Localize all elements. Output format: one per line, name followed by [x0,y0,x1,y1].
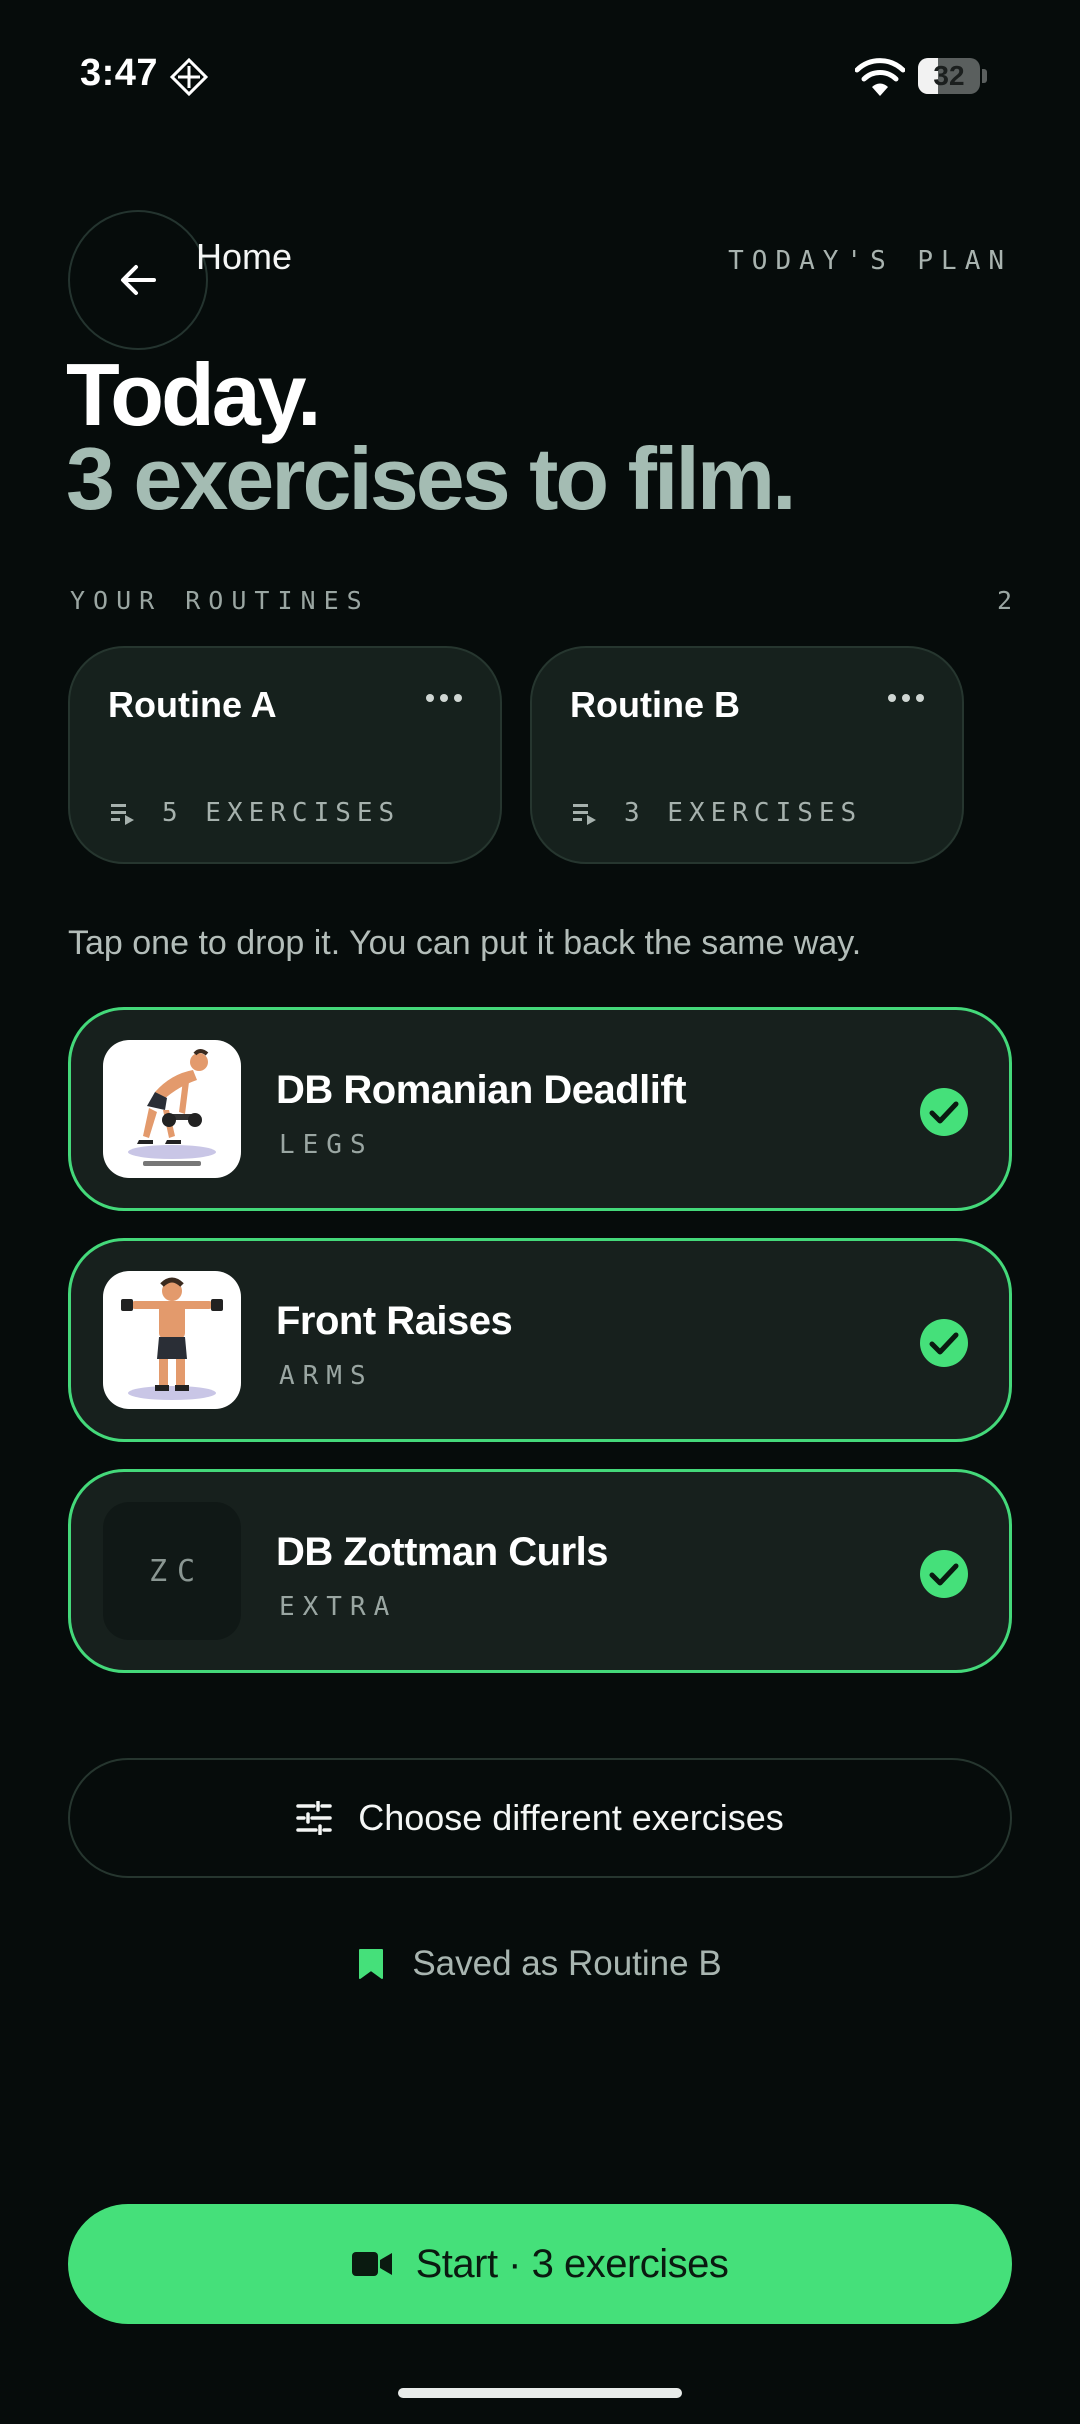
page-subtitle: 3 exercises to film. [66,429,797,528]
routine-card-b[interactable]: Routine B 3 EXERCISES [530,646,964,864]
exercise-thumbnail [103,1040,241,1178]
exercise-name: DB Zottman Curls [276,1530,609,1574]
routine-exercise-count: 3 EXERCISES [624,798,863,828]
playlist-icon [573,804,596,825]
exercise-thumbnail [103,1271,241,1409]
more-options-icon[interactable] [424,688,464,708]
exercise-card[interactable]: ZC DB Zottman Curls EXTRA [68,1469,1012,1673]
front-raise-illustration-icon [121,1277,223,1400]
app-notification-icon [169,57,209,97]
hint-text: Tap one to drop it. You can put it back … [68,924,862,962]
status-time: 3:47 [80,52,159,94]
arrow-left-icon [121,265,156,295]
exercise-name: Front Raises [276,1299,513,1343]
routine-name: Routine B [570,684,740,725]
bookmark-icon [359,1949,384,1979]
routines-count: 2 [996,586,1012,615]
exercise-category: ARMS [279,1361,374,1391]
routine-exercise-count: 5 EXERCISES [162,798,401,828]
saved-indicator: Saved as Routine B [0,1944,1080,1984]
saved-label: Saved as Routine B [412,1944,722,1983]
choose-exercises-label: Choose different exercises [358,1797,784,1838]
video-camera-icon [351,2252,392,2276]
routine-card-a[interactable]: Routine A 5 EXERCISES [68,646,502,864]
exercise-category: EXTRA [279,1592,398,1622]
back-label[interactable]: Home [196,236,292,278]
start-label: Start · 3 exercises [415,2241,729,2286]
exercise-category: LEGS [279,1130,374,1160]
back-button[interactable] [68,210,208,350]
thumbnail-caption-mark [143,1161,201,1166]
battery-percent: 32 [933,60,965,91]
wifi-icon [855,58,905,96]
check-circle-icon[interactable] [919,1318,969,1368]
routines-section-label: YOUR ROUTINES [70,586,370,615]
start-button[interactable]: Start · 3 exercises [68,2204,1012,2324]
page-tag: TODAY'S PLAN [728,246,1012,276]
check-circle-icon[interactable] [919,1087,969,1137]
exercise-initials: ZC [103,1502,241,1640]
home-indicator[interactable] [398,2388,682,2398]
exercise-card[interactable]: Front Raises ARMS [68,1238,1012,1442]
choose-exercises-button[interactable]: Choose different exercises [68,1758,1012,1878]
exercise-card[interactable]: DB Romanian Deadlift LEGS [68,1007,1012,1211]
more-options-icon[interactable] [886,688,926,708]
playlist-icon [111,804,134,825]
battery-indicator: 32 [918,58,988,94]
routine-name: Routine A [108,684,277,725]
check-circle-icon[interactable] [919,1549,969,1599]
exercise-name: DB Romanian Deadlift [276,1068,687,1112]
tune-sliders-icon [296,1801,332,1835]
